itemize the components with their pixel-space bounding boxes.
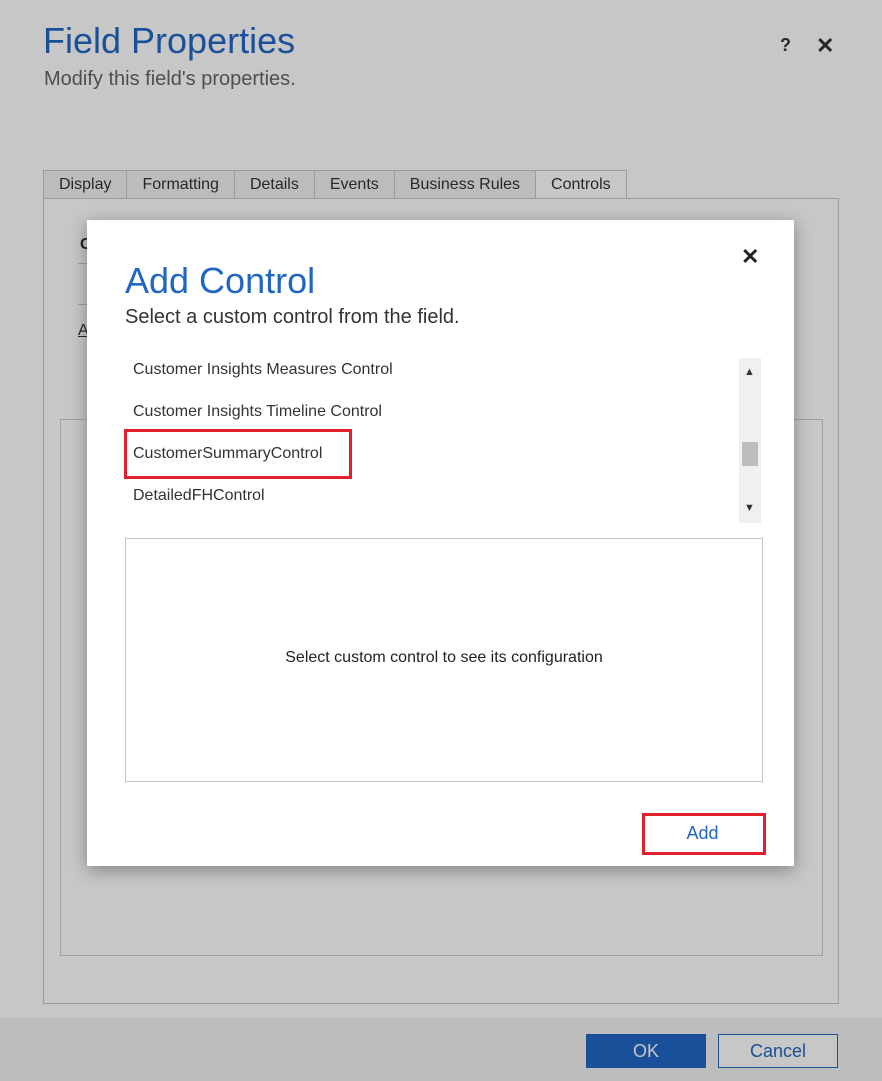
configuration-preview: Select custom control to see its configu…: [125, 538, 763, 782]
list-item[interactable]: Customer Insights Timeline Control: [133, 403, 382, 421]
dialog-close-icon[interactable]: ✕: [741, 244, 759, 270]
scroll-down-arrow-icon[interactable]: ▼: [744, 502, 755, 514]
list-item[interactable]: DetailedFHControl: [133, 487, 265, 505]
list-scrollbar[interactable]: ▲ ▼: [739, 358, 761, 523]
dialog-subtitle: Select a custom control from the field.: [125, 306, 460, 328]
scroll-thumb[interactable]: [742, 442, 758, 466]
scroll-up-arrow-icon[interactable]: ▲: [744, 366, 755, 378]
configuration-message: Select custom control to see its configu…: [285, 649, 603, 666]
highlight-box: [642, 813, 766, 855]
list-item[interactable]: Customer Insights Measures Control: [133, 361, 393, 379]
dialog-title: Add Control: [125, 260, 316, 301]
add-control-dialog: ✕ Add Control Select a custom control fr…: [87, 220, 794, 866]
highlight-box: [124, 429, 352, 479]
